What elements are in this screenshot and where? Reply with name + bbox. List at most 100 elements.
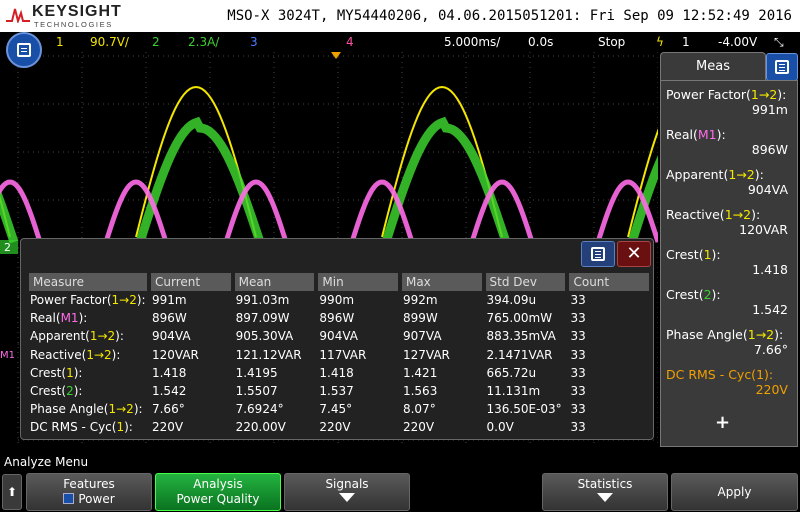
apply-softkey[interactable]: Apply (671, 473, 798, 511)
measure-suffix: ): (716, 127, 726, 142)
ch4-number[interactable]: 4 (346, 35, 354, 49)
value-cell: 11.131m (486, 384, 541, 399)
measure-source: 1 (703, 247, 712, 262)
measure-cell: Crest(2): (29, 382, 147, 400)
meas-item-value: 220V (755, 382, 788, 397)
ch2-number[interactable]: 2 (152, 35, 160, 49)
dialog-menu-button[interactable] (581, 241, 615, 267)
features-softkey[interactable]: Features Power (26, 473, 152, 511)
meas-item-value: 896W (751, 142, 788, 157)
measure-name: Power Factor( (30, 293, 112, 308)
meas-item[interactable]: Power Factor(1→2): 991m (666, 87, 794, 117)
statistics-label: Statistics (577, 477, 633, 491)
value-cell: 220V (319, 420, 351, 435)
value-cell: 1.5507 (235, 384, 278, 399)
measure-suffix: ): (111, 347, 121, 362)
add-measurement-button[interactable]: + (715, 412, 730, 433)
apply-label: Apply (717, 485, 752, 499)
value-cell: 0.0V (486, 420, 514, 435)
status-bar: 1 90.7V/ 2 2.3A/ 3 4 5.000ms/ 0.0s Stop … (0, 32, 800, 52)
meas-item[interactable]: Phase Angle(1→2): 7.66° (666, 327, 794, 357)
ch1-scale[interactable]: 90.7V/ (90, 35, 129, 49)
table-row: Real(M1): 896W 897.09W 896W 899W 765.00mW 33 (29, 309, 649, 327)
value-cell: 136.50E-03° (486, 402, 562, 417)
meas-item[interactable]: Apparent(1→2): 904VA (666, 167, 794, 197)
meas-item-label: Crest(1): (666, 247, 794, 262)
measure-source: 1→2 (108, 402, 134, 417)
ch1-number[interactable]: 1 (56, 35, 64, 49)
signals-softkey[interactable]: Signals (284, 473, 410, 511)
measure-name: Phase Angle( (666, 327, 748, 342)
down-arrow-icon (339, 493, 355, 502)
meas-item-label: DC RMS - Cyc(1): (666, 367, 794, 382)
measure-suffix: ): (777, 87, 787, 102)
value-cell: 904VA (151, 329, 191, 344)
trigger-source[interactable]: 1 (682, 35, 690, 49)
trigger-level[interactable]: -4.00V (718, 35, 757, 49)
measure-cell: Apparent(1→2): (29, 327, 147, 345)
run-state[interactable]: Stop (598, 35, 625, 49)
menu-icon (17, 43, 31, 57)
measure-source: 2 (66, 384, 74, 399)
meas-item[interactable]: Real(M1): 896W (666, 127, 794, 157)
meas-item-value: 7.66° (753, 342, 788, 357)
touch-lock-icon[interactable]: ⤡ (774, 35, 784, 50)
measure-name: Phase Angle( (30, 402, 109, 417)
signals-label: Signals (325, 477, 369, 491)
down-arrow-icon (597, 493, 613, 502)
back-button[interactable]: ⬆ (2, 474, 22, 510)
meas-item[interactable]: DC RMS - Cyc(1): 220V (666, 367, 794, 397)
column-header: Min (318, 273, 398, 291)
measure-suffix: ): (711, 287, 721, 302)
meas-item[interactable]: Crest(1): 1.418 (666, 247, 794, 277)
brand-name: KEYSIGHT (32, 3, 122, 20)
meas-menu-button[interactable] (766, 53, 798, 81)
keysight-wave-icon (6, 8, 30, 23)
main-menu-button[interactable] (6, 32, 42, 68)
measure-suffix: ): (78, 311, 88, 326)
delay[interactable]: 0.0s (528, 35, 553, 49)
statistics-softkey[interactable]: Statistics (542, 473, 668, 511)
value-cell: 991m (151, 293, 187, 308)
value-cell: 7.66° (151, 402, 185, 417)
value-cell: 7.6924° (235, 402, 284, 417)
ch3-number[interactable]: 3 (250, 35, 258, 49)
features-value: Power (78, 492, 115, 506)
analysis-softkey[interactable]: Analysis Power Quality (155, 473, 281, 511)
value-cell: 33 (570, 420, 586, 435)
keysight-logo: KEYSIGHT TECHNOLOGIES (6, 3, 126, 29)
value-cell: 33 (570, 402, 586, 417)
meas-item[interactable]: Crest(2): 1.542 (666, 287, 794, 317)
table-row: Reactive(1→2): 120VAR 121.12VAR 117VAR 127VA… (29, 346, 649, 364)
scope-screen: KEYSIGHT TECHNOLOGIES MSO-X 3024T, MY544… (0, 0, 800, 512)
power-checkbox[interactable] (63, 493, 75, 504)
ch2-scale[interactable]: 2.3A/ (188, 35, 219, 49)
meas-item-value: 991m (751, 102, 788, 117)
measure-source: 1 (66, 365, 74, 380)
value-cell: 120VAR (151, 347, 199, 362)
measure-name: Real( (30, 311, 61, 326)
table-row: DC RMS - Cyc(1): 220V 220.00V 220V 220V 0.0V 3… (29, 418, 649, 436)
measure-suffix: ): (711, 247, 721, 262)
value-cell: 33 (570, 384, 586, 399)
value-cell: 394.09u (486, 293, 537, 308)
measurement-table: Measure Current Mean Min Max Std Dev Count Pow… (25, 273, 653, 437)
measure-suffix: ): (751, 207, 761, 222)
column-header: Current (150, 273, 231, 291)
timebase[interactable]: 5.000ms/ (444, 35, 500, 49)
value-cell: 220V (402, 420, 435, 435)
tab-meas[interactable]: Meas (660, 52, 766, 80)
value-cell: 33 (570, 365, 586, 380)
meas-item-value: 904VA (747, 182, 788, 197)
features-label: Features (63, 477, 115, 491)
value-cell: 127VAR (402, 347, 450, 362)
meas-item[interactable]: Reactive(1→2): 120VAR (666, 207, 794, 237)
measure-suffix: ): (73, 365, 83, 380)
value-cell: 121.12VAR (235, 347, 302, 362)
meas-item-label: Crest(2): (666, 287, 794, 302)
value-cell: 992m (402, 293, 438, 308)
meas-item-value: 1.418 (752, 262, 788, 277)
dialog-close-button[interactable]: ✕ (617, 241, 651, 267)
value-cell: 117VAR (319, 347, 367, 362)
analyze-menu-label: Analyze Menu (4, 455, 89, 469)
